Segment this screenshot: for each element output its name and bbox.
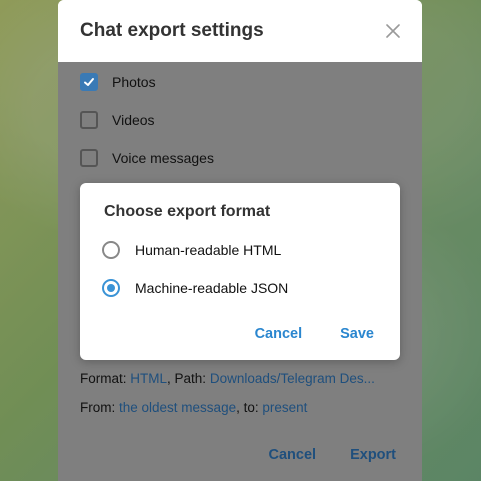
dialog-cancel-button[interactable]: Cancel: [255, 326, 303, 342]
panel-header: Chat export settings: [58, 0, 422, 62]
panel-actions: Cancel Export: [269, 447, 396, 463]
option-videos[interactable]: Videos: [80, 108, 155, 132]
json-label: Machine-readable JSON: [135, 280, 289, 296]
choose-export-format-dialog: Choose export format Human-readable HTML…: [80, 183, 400, 360]
to-prefix: , to:: [236, 400, 259, 415]
from-prefix: From:: [80, 400, 116, 415]
videos-checkbox[interactable]: [80, 111, 98, 129]
option-html[interactable]: Human-readable HTML: [102, 238, 281, 262]
voice-messages-checkbox[interactable]: [80, 149, 98, 167]
to-link[interactable]: present: [262, 400, 307, 415]
export-button[interactable]: Export: [350, 447, 396, 463]
close-icon: [386, 24, 400, 38]
photos-checkbox[interactable]: [80, 73, 98, 91]
voice-messages-label: Voice messages: [112, 150, 214, 166]
option-voice-messages[interactable]: Voice messages: [80, 146, 214, 170]
option-json[interactable]: Machine-readable JSON: [102, 276, 288, 300]
save-button[interactable]: Save: [340, 326, 374, 342]
panel-cancel-button[interactable]: Cancel: [269, 447, 317, 463]
dialog-title: Choose export format: [104, 203, 271, 220]
dialog-actions: Cancel Save: [255, 326, 374, 342]
path-link[interactable]: Downloads/Telegram Des...: [210, 371, 375, 386]
panel-title: Chat export settings: [80, 20, 264, 41]
json-radio[interactable]: [102, 279, 120, 297]
html-label: Human-readable HTML: [135, 242, 282, 258]
format-prefix: Format:: [80, 371, 127, 386]
format-path-line: Format: HTML, Path: Downloads/Telegram D…: [80, 371, 375, 386]
from-link[interactable]: the oldest message: [119, 400, 236, 415]
path-prefix: , Path:: [167, 371, 207, 386]
date-range-line: From: the oldest message, to: present: [80, 400, 307, 415]
videos-label: Videos: [112, 112, 155, 128]
checkmark-icon: [84, 78, 94, 86]
close-button[interactable]: [382, 20, 404, 42]
photos-label: Photos: [112, 74, 156, 90]
format-link[interactable]: HTML: [130, 371, 167, 386]
html-radio[interactable]: [102, 241, 120, 259]
option-photos[interactable]: Photos: [80, 70, 156, 94]
